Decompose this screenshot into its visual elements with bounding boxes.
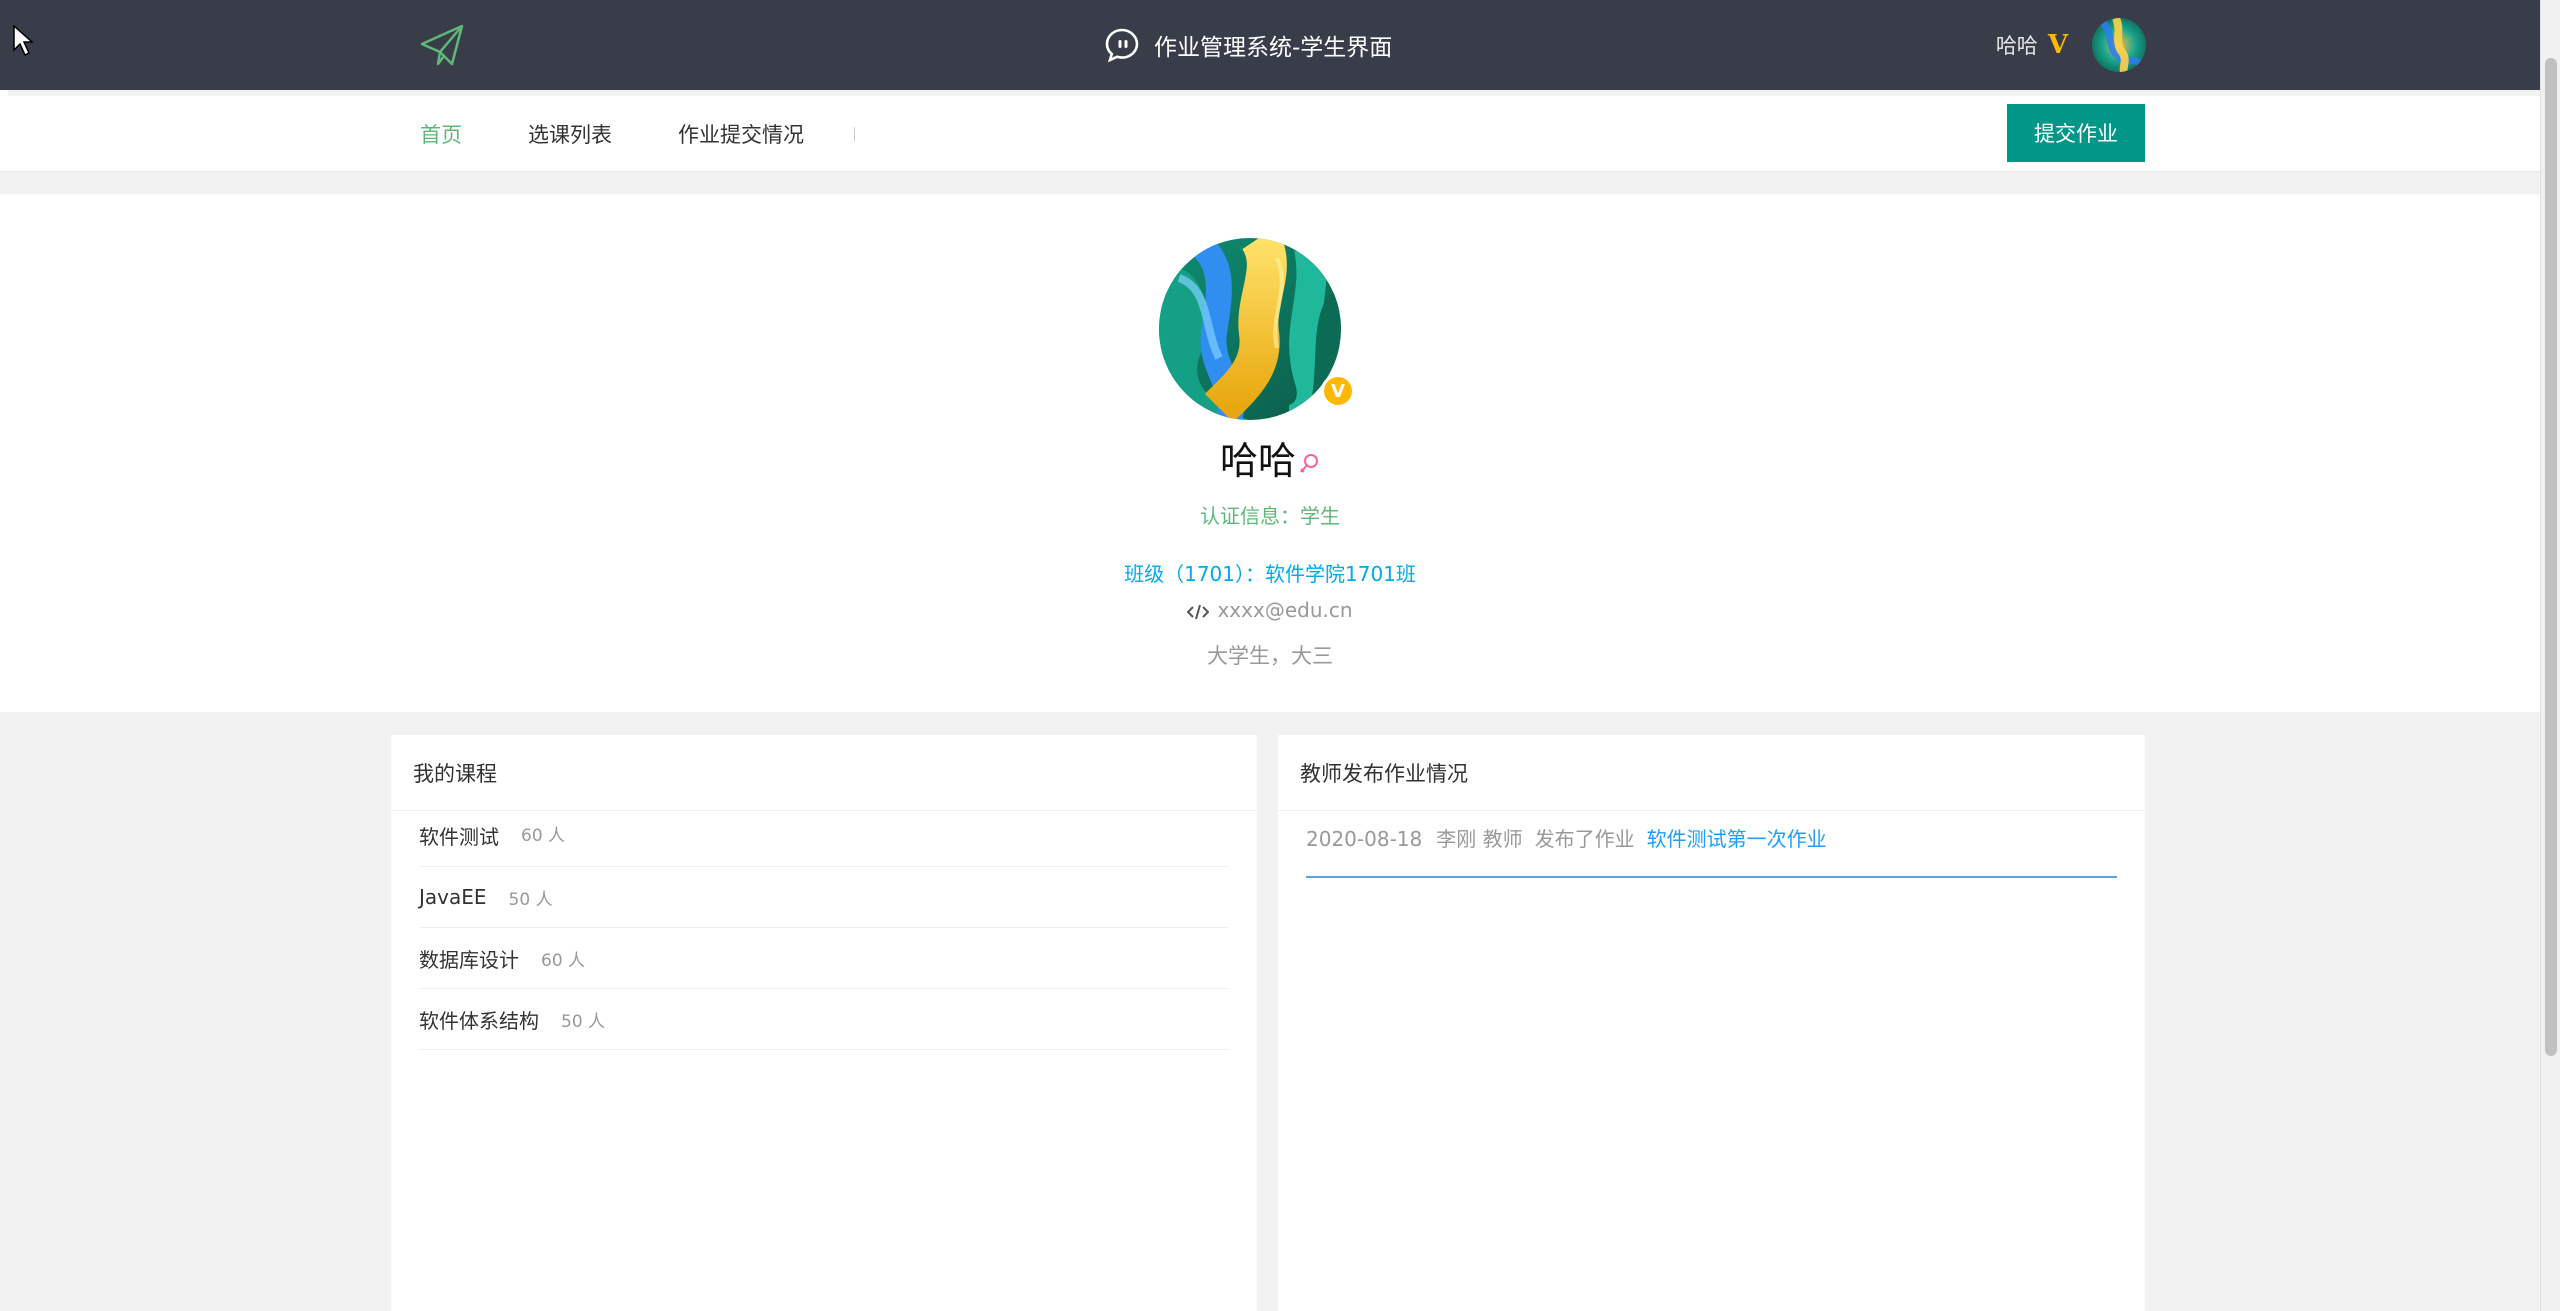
nav-divider (854, 127, 855, 141)
cursor-icon (13, 24, 34, 57)
course-name: 软件体系结构 (419, 1008, 539, 1033)
list-item[interactable]: 软件测试 60 人 (419, 811, 1229, 867)
class-info: 班级（1701）：软件学院1701班 (1124, 562, 1416, 586)
submit-homework-button[interactable]: 提交作业 (2007, 104, 2145, 162)
profile-panel: V 哈哈 认证信息：学生 班级（1701）：软件学院1701班 xxxx@edu… (0, 194, 2540, 712)
course-count: 60 人 (541, 950, 586, 971)
profile-description: 大学生，大三 (1207, 644, 1333, 668)
course-name: 软件测试 (419, 825, 499, 849)
email-line: xxxx@edu.cn (0, 598, 2540, 622)
top-header: 作业管理系统-学生界面 哈哈 V (0, 0, 2560, 90)
assignment-teacher: 李刚 教师 (1436, 827, 1523, 851)
my-courses-title: 我的课程 (391, 735, 1257, 811)
homework-link[interactable]: 软件测试第一次作业 (1647, 827, 1827, 851)
avatar[interactable] (2092, 18, 2146, 72)
teacher-assignments-title: 教师发布作业情况 (1278, 735, 2145, 811)
course-count: 50 人 (561, 1011, 606, 1032)
female-icon (1300, 453, 1318, 473)
email: xxxx@edu.cn (1217, 598, 1353, 622)
profile-avatar-wrap: V (1159, 238, 1355, 420)
certification-info: 认证信息：学生 (1200, 504, 1340, 528)
nav-item-homework-status[interactable]: 作业提交情况 (678, 119, 804, 149)
vip-badge: V (1321, 374, 1355, 408)
course-count: 60 人 (521, 826, 566, 846)
assignment-action: 发布了作业 (1534, 827, 1635, 851)
vip-mark: V (2047, 30, 2068, 60)
profile-avatar (1159, 238, 1341, 420)
app-title-text: 作业管理系统-学生界面 (1154, 35, 1393, 61)
nav-item-course-list[interactable]: 选课列表 (528, 119, 612, 149)
code-icon (1187, 604, 1210, 619)
app-title: 作业管理系统-学生界面 (1104, 22, 1392, 68)
paper-plane-icon[interactable] (418, 22, 466, 68)
page-scrollbar[interactable] (2540, 0, 2560, 1311)
nav-item-home[interactable]: 首页 (420, 119, 462, 149)
assignment-item: 2020-08-18 李刚 教师 发布了作业 软件测试第一次作业 (1306, 811, 2117, 878)
course-name: 数据库设计 (419, 947, 519, 972)
course-list: 软件测试 60 人 JavaEE 50 人 数据库设计 60 人 软件体系结构 … (391, 811, 1257, 1050)
list-item[interactable]: 数据库设计 60 人 (419, 928, 1229, 989)
username[interactable]: 哈哈 (1996, 30, 2038, 60)
scrollbar-thumb[interactable] (2545, 58, 2557, 1056)
assignment-date: 2020-08-18 (1306, 827, 1423, 851)
teacher-assignments-card: 教师发布作业情况 2020-08-18 李刚 教师 发布了作业 软件测试第一次作业 (1278, 735, 2145, 1311)
my-courses-card: 我的课程 软件测试 60 人 JavaEE 50 人 数据库设计 60 人 软件… (391, 735, 1257, 1311)
list-item[interactable]: 软件体系结构 50 人 (419, 989, 1229, 1050)
list-item[interactable]: JavaEE 50 人 (419, 867, 1229, 928)
course-name: JavaEE (419, 885, 487, 909)
user-menu[interactable]: 哈哈 V (1996, 18, 2146, 72)
course-count: 50 人 (508, 889, 553, 910)
chat-bubble-icon (1105, 28, 1139, 63)
profile-name-line: 哈哈 (0, 430, 2540, 485)
profile-name: 哈哈 (1219, 439, 1296, 483)
nav-bar: 首页 选课列表 作业提交情况 提交作业 (0, 96, 2540, 172)
nav-menu: 首页 选课列表 作业提交情况 (420, 96, 855, 172)
